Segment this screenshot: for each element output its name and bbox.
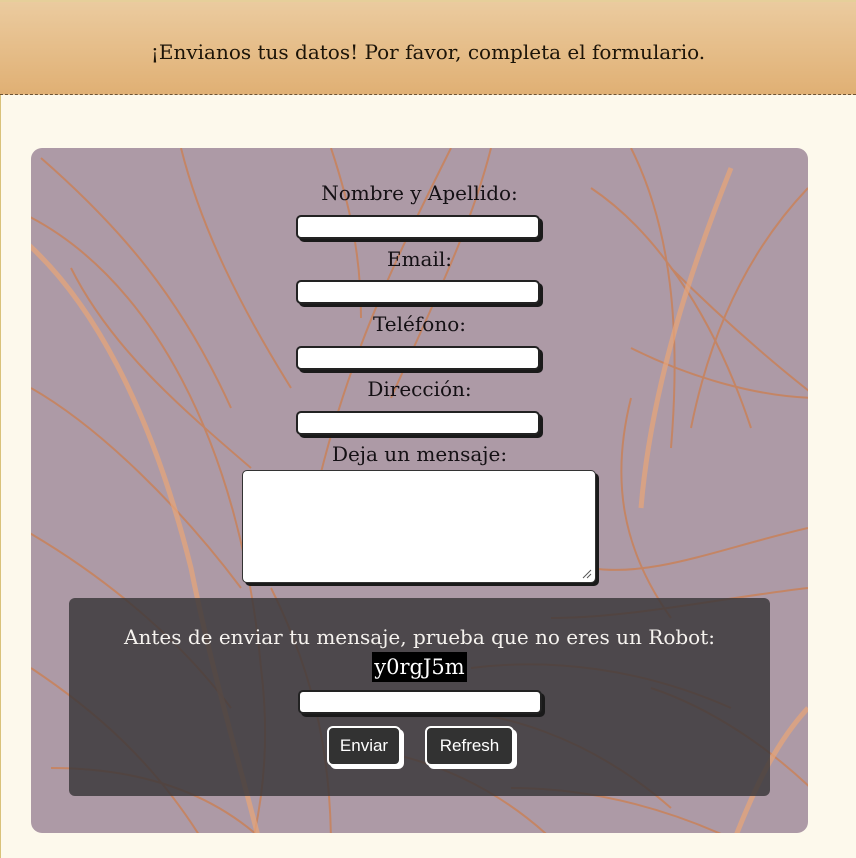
refresh-captcha-button[interactable]: Refresh <box>425 726 514 766</box>
resize-grip-icon[interactable] <box>582 569 592 579</box>
contact-form-panel: Nombre y Apellido: Email: Teléfono: Dire… <box>31 148 808 833</box>
message-label: Deja un mensaje: <box>331 442 508 466</box>
message-textarea[interactable] <box>242 470 596 583</box>
name-input[interactable] <box>296 215 540 239</box>
page-header: ¡Envianos tus datos! Por favor, completa… <box>0 0 856 95</box>
phone-label: Teléfono: <box>373 312 466 336</box>
captcha-input[interactable] <box>298 690 542 714</box>
phone-input[interactable] <box>296 346 540 370</box>
captcha-section: Antes de enviar tu mensaje, prueba que n… <box>69 598 770 796</box>
address-label: Dirección: <box>367 377 472 401</box>
captcha-prompt: Antes de enviar tu mensaje, prueba que n… <box>124 625 715 649</box>
captcha-code: y0rgJ5m <box>372 652 467 682</box>
email-label: Email: <box>386 247 453 271</box>
address-input[interactable] <box>296 411 540 435</box>
submit-button[interactable]: Enviar <box>327 726 401 766</box>
name-label: Nombre y Apellido: <box>321 181 518 205</box>
header-message: ¡Envianos tus datos! Por favor, completa… <box>150 40 706 64</box>
email-input[interactable] <box>296 280 540 304</box>
page-left-border <box>0 0 1 858</box>
